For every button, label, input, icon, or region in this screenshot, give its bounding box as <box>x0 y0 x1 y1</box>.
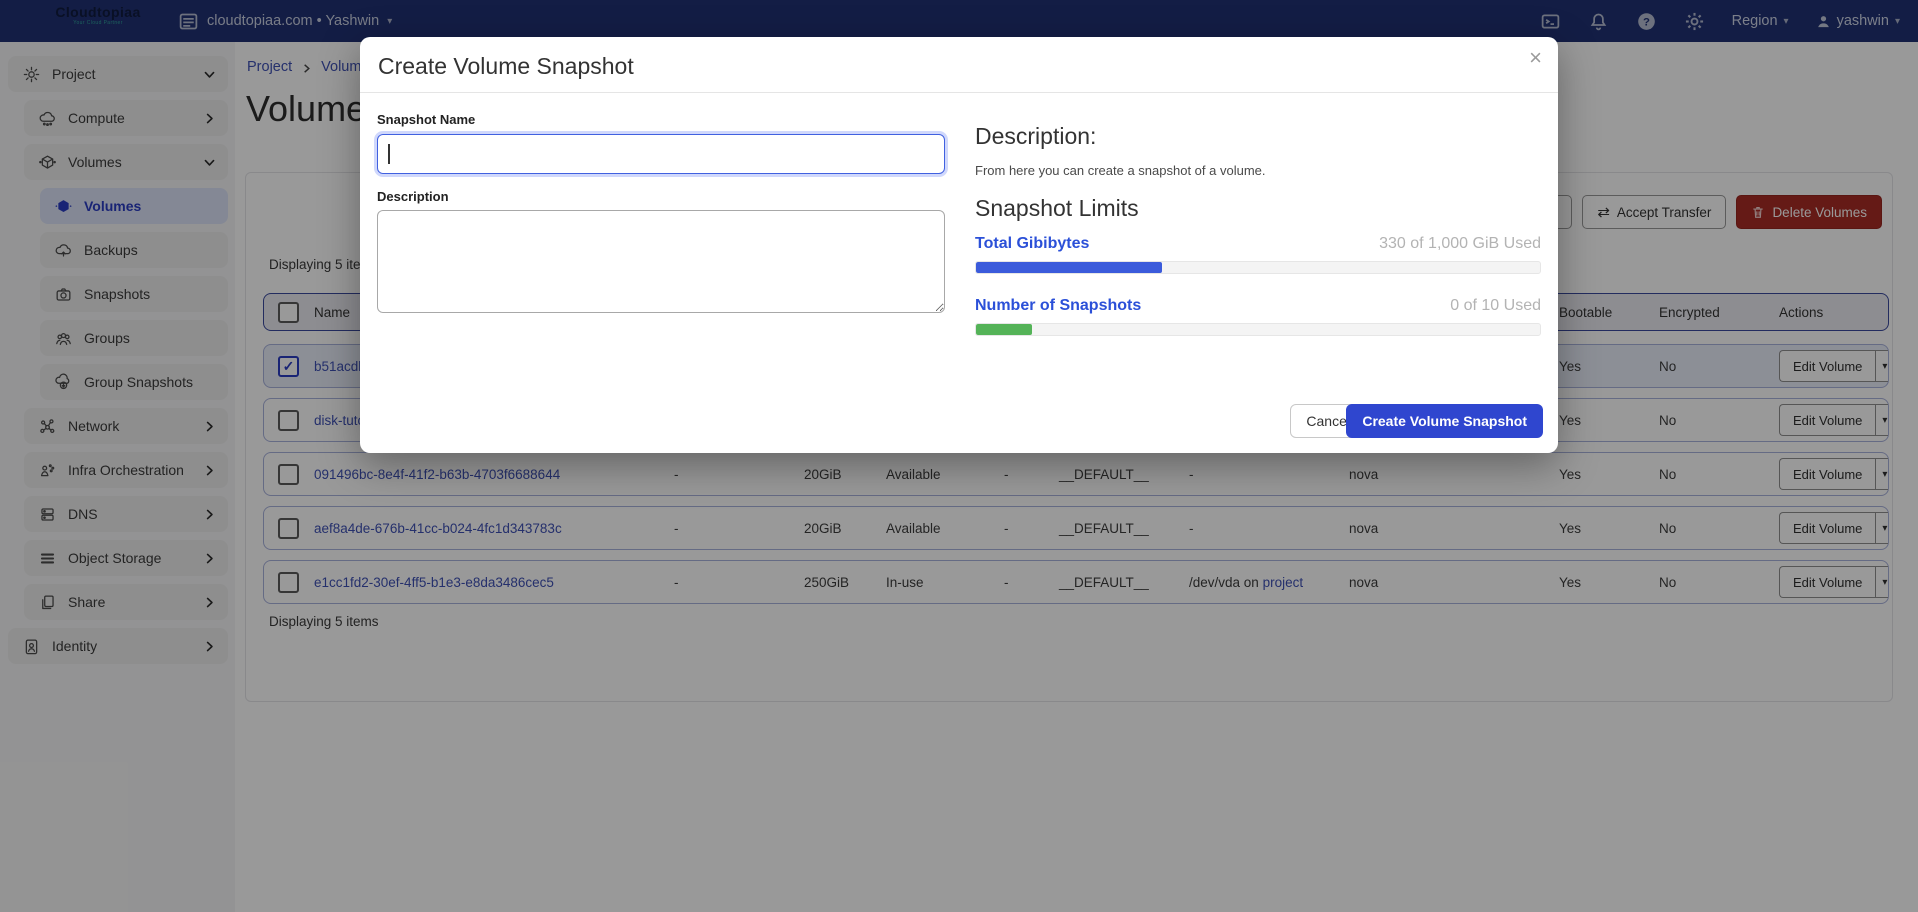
text-cursor <box>388 144 390 164</box>
description-textarea[interactable] <box>377 210 945 313</box>
modal-title: Create Volume Snapshot <box>378 53 634 80</box>
snapshot-name-label: Snapshot Name <box>377 112 475 127</box>
modal-info-text: From here you can create a snapshot of a… <box>975 163 1266 178</box>
snapshots-limit-label: Number of Snapshots <box>975 297 1141 315</box>
gibibytes-progress-bar <box>975 261 1541 274</box>
create-volume-snapshot-modal: Create Volume Snapshot × Snapshot Name D… <box>360 37 1558 453</box>
snapshots-progress-fill <box>976 324 1032 335</box>
modal-header-divider <box>360 92 1558 93</box>
snapshot-name-input[interactable] <box>377 134 945 174</box>
snapshots-progress-bar <box>975 323 1541 336</box>
modal-info-heading: Description: <box>975 123 1096 150</box>
close-icon[interactable]: × <box>1529 43 1542 74</box>
gibibytes-limit-label: Total Gibibytes <box>975 235 1089 253</box>
gibibytes-progress-fill <box>976 262 1162 273</box>
gibibytes-usage-text: 330 of 1,000 GiB Used <box>1379 235 1541 253</box>
snapshot-limits-heading: Snapshot Limits <box>975 195 1139 222</box>
snapshots-limit-row: Number of Snapshots 0 of 10 Used <box>975 297 1541 315</box>
gibibytes-limit-row: Total Gibibytes 330 of 1,000 GiB Used <box>975 235 1541 253</box>
app-root: Cloudtopiaa Your Cloud Partner cloudtopi… <box>0 0 1918 912</box>
snapshots-usage-text: 0 of 10 Used <box>1450 297 1541 315</box>
description-label: Description <box>377 189 449 204</box>
create-volume-snapshot-button[interactable]: Create Volume Snapshot <box>1346 404 1543 438</box>
